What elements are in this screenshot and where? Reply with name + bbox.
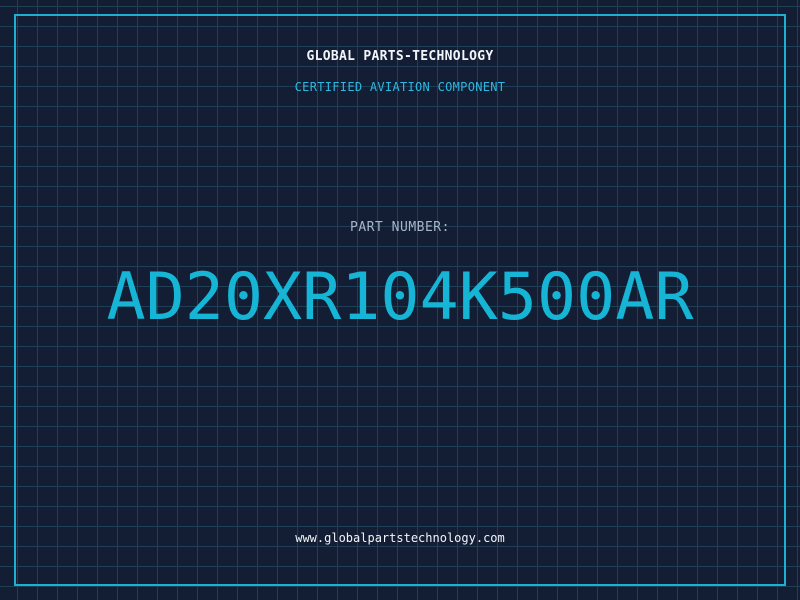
part-label-card: GLOBAL PARTS-TECHNOLOGY CERTIFIED AVIATI…	[0, 0, 800, 600]
website-url: www.globalpartstechnology.com	[295, 531, 505, 545]
part-number-value: AD20XR104K500AR	[106, 260, 694, 335]
part-number-label: PART NUMBER:	[350, 220, 450, 235]
certification-tagline: CERTIFIED AVIATION COMPONENT	[294, 80, 506, 94]
company-name: GLOBAL PARTS-TECHNOLOGY	[306, 49, 494, 64]
